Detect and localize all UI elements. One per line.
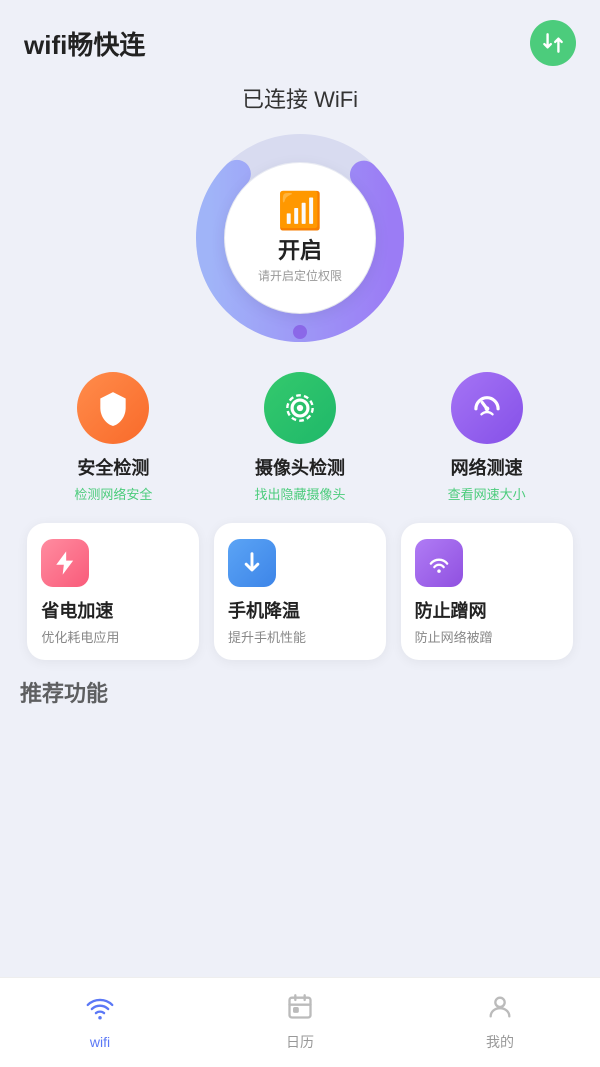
camera-detect-icon	[281, 389, 319, 427]
features-top-row: 安全检测 检测网络安全 摄像头检测 找出隐藏摄像头 网络测速 查看网速大小	[0, 372, 600, 503]
wifi-center-icon: 📶	[278, 193, 323, 229]
features-cards-row: 省电加速 优化耗电应用 手机降温 提升手机性能 防止蹭网 防止网络被蹭	[0, 523, 600, 660]
open-sublabel: 请开启定位权限	[258, 267, 342, 284]
nav-item-wifi[interactable]: wifi	[0, 995, 200, 1050]
security-subtitle: 检测网络安全	[74, 484, 152, 503]
nav-profile-label: 我的	[486, 1032, 514, 1052]
feature-speed[interactable]: 网络测速 查看网速大小	[417, 372, 557, 503]
speed-subtitle: 查看网速大小	[448, 484, 526, 503]
exchange-icon	[540, 30, 566, 56]
shield-icon	[94, 389, 132, 427]
card-anti[interactable]: 防止蹭网 防止网络被蹭	[401, 523, 573, 660]
anti-subtitle: 防止网络被蹭	[415, 627, 493, 646]
cooling-subtitle: 提升手机性能	[228, 627, 306, 646]
nav-calendar-label: 日历	[286, 1032, 314, 1052]
camera-subtitle: 找出隐藏摄像头	[254, 484, 345, 503]
battery-title: 省电加速	[41, 597, 113, 623]
partial-section-label: 推荐功能	[0, 676, 600, 708]
card-cooling[interactable]: 手机降温 提升手机性能	[214, 523, 386, 660]
nav-calendar-icon	[286, 993, 314, 1028]
app-title: wifi畅快连	[24, 25, 145, 62]
anti-title: 防止蹭网	[415, 597, 487, 623]
nav-item-calendar[interactable]: 日历	[200, 993, 400, 1052]
wifi-lock-icon	[425, 549, 453, 577]
bolt-icon	[51, 549, 79, 577]
camera-icon-circle	[264, 372, 336, 444]
feature-security[interactable]: 安全检测 检测网络安全	[43, 372, 183, 503]
donut-chart-area: 📶 开启 请开启定位权限	[0, 128, 600, 348]
app-header: wifi畅快连	[0, 0, 600, 76]
open-label: 开启	[278, 233, 322, 265]
feature-camera[interactable]: 摄像头检测 找出隐藏摄像头	[230, 372, 370, 503]
security-title: 安全检测	[77, 454, 149, 480]
nav-profile-icon	[486, 993, 514, 1028]
battery-icon-bg	[41, 539, 89, 587]
speed-icon-circle	[451, 372, 523, 444]
cooling-icon-bg	[228, 539, 276, 587]
nav-wifi-icon	[86, 995, 114, 1030]
wifi-status-label: 已连接 WiFi	[0, 82, 600, 114]
nav-item-profile[interactable]: 我的	[400, 993, 600, 1052]
speed-title: 网络测速	[451, 454, 523, 480]
nav-wifi-label: wifi	[90, 1034, 110, 1050]
bottom-navigation: wifi 日历 我的	[0, 977, 600, 1067]
battery-subtitle: 优化耗电应用	[41, 627, 119, 646]
camera-title: 摄像头检测	[255, 454, 345, 480]
speedometer-icon	[468, 389, 506, 427]
exchange-button[interactable]	[530, 20, 576, 66]
arrow-down-icon	[238, 549, 266, 577]
cooling-title: 手机降温	[228, 597, 300, 623]
security-icon-circle	[77, 372, 149, 444]
anti-icon-bg	[415, 539, 463, 587]
card-battery[interactable]: 省电加速 优化耗电应用	[27, 523, 199, 660]
donut-inner[interactable]: 📶 开启 请开启定位权限	[225, 163, 375, 313]
